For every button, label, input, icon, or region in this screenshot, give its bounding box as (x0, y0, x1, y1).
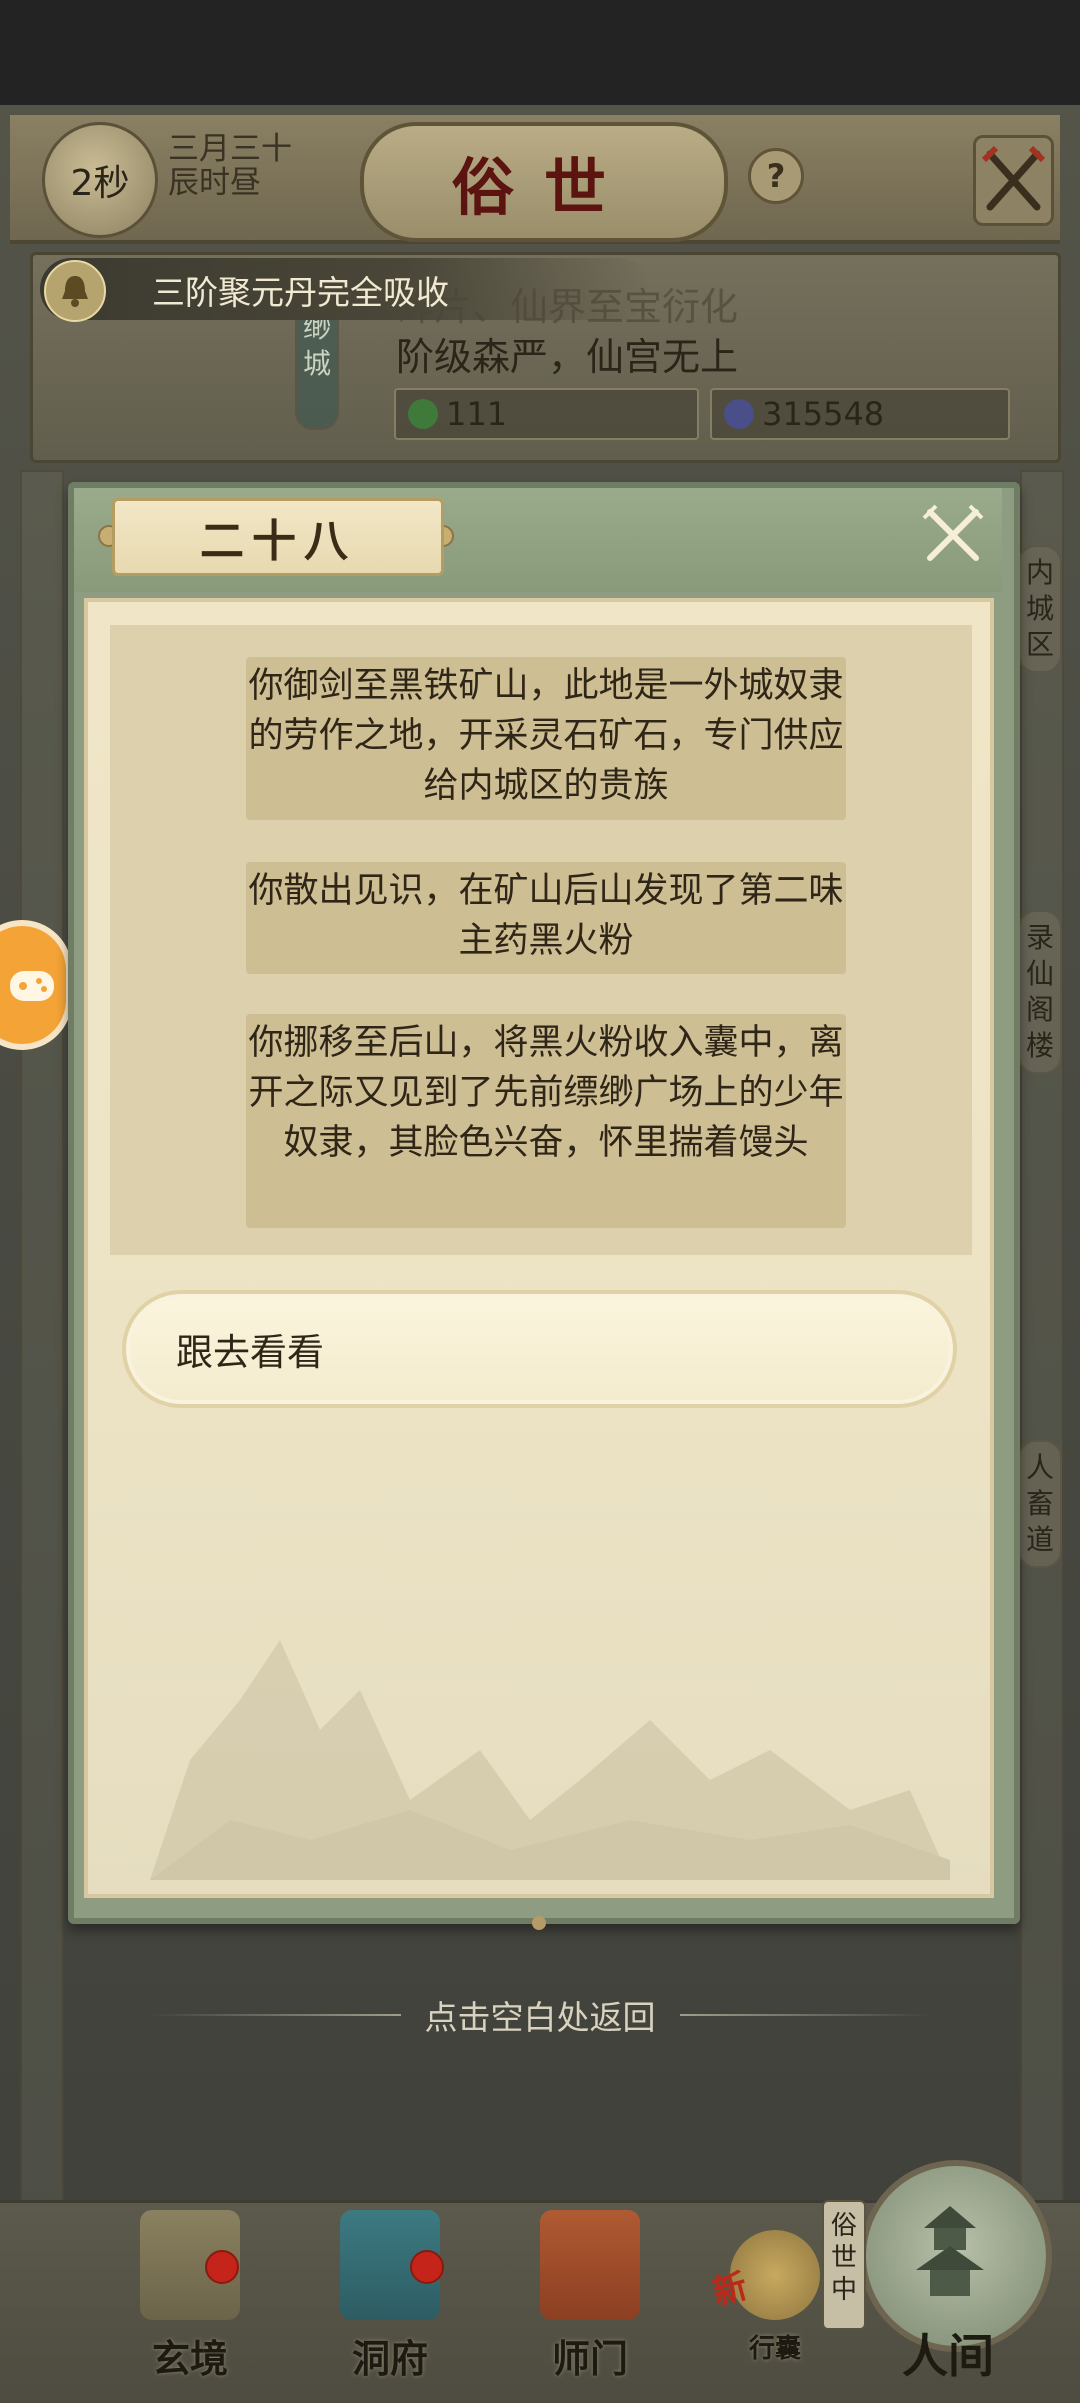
side-tab-human-path-label: 人畜道 (1025, 1451, 1054, 1556)
hint-line-left (150, 2014, 401, 2016)
nav-label-cave-dwelling: 洞府 (351, 2336, 428, 2381)
bell-icon (44, 260, 106, 322)
timer-text: 2秒 (70, 163, 130, 204)
hint-line-right (679, 2014, 930, 2016)
crossed-swords-icon (981, 145, 1046, 211)
page-title: 俗世 (360, 122, 728, 242)
left-scene-strip (20, 470, 64, 2224)
hint-text: 点击空白处返回 (424, 1998, 656, 2037)
nav-item-cave-dwelling[interactable]: 洞府 (305, 2210, 475, 2390)
nav-label-sect: 师门 (551, 2336, 628, 2381)
jade-count: 111 (446, 395, 508, 433)
status-bar (0, 0, 1080, 105)
choice-button[interactable]: 跟去看看 (122, 1290, 957, 1408)
coin-icon (724, 399, 754, 429)
nav-label-inventory: 行囊 (748, 2334, 801, 2364)
notification-dot (410, 2250, 444, 2284)
floating-game-button[interactable] (0, 920, 72, 1050)
date-line-2: 辰时昼 (168, 165, 261, 201)
dialog-title-text: 二十八 (200, 516, 356, 567)
pagoda-icon (916, 2206, 984, 2296)
story-paragraph-1: 你御剑至黑铁矿山，此地是一外城奴隶的劳作之地，开采灵石矿石，专门供应给内城区的贵… (246, 657, 846, 820)
jade-counter: 111 (394, 388, 699, 440)
jade-icon (408, 399, 438, 429)
help-icon: ? (766, 157, 786, 195)
notification-dot (205, 2250, 239, 2284)
page-title-text: 俗世 (451, 151, 636, 224)
world-status-text: 俗世中 (830, 2211, 857, 2305)
gamepad-icon (10, 971, 54, 1001)
background-text-line-2: 阶级森严，仙宫无上 (396, 335, 739, 379)
help-button[interactable]: ? (748, 148, 804, 204)
nav-item-mystic-realm[interactable]: 玄境 (105, 2210, 275, 2390)
right-scene-strip (1020, 470, 1064, 2224)
tap-to-return-hint[interactable]: 点击空白处返回 (150, 1990, 930, 2040)
side-tab-immortal-pavilion[interactable]: 录仙阁楼 (1018, 910, 1062, 1074)
close-icon (922, 504, 984, 561)
coin-counter: 315548 (710, 388, 1010, 440)
nav-label-mystic-realm: 玄境 (151, 2336, 228, 2381)
banner-icon (540, 2210, 640, 2320)
side-tab-human-path[interactable]: 人畜道 (1018, 1440, 1062, 1568)
choice-label: 跟去看看 (176, 1331, 324, 1374)
world-label: 人间 (902, 2329, 994, 2383)
side-tab-inner-city[interactable]: 内城区 (1018, 545, 1062, 673)
game-date: 三月三十 辰时昼 (168, 132, 318, 200)
notification-text: 三阶聚元丹完全吸收 (152, 273, 449, 312)
timer-badge: 2秒 (42, 122, 158, 238)
dialog-title: 二十八 (112, 498, 444, 576)
coin-count: 315548 (762, 395, 885, 433)
crossed-swords-button[interactable] (973, 135, 1054, 226)
mountain-ink-decoration (150, 1640, 950, 1880)
dialog-bottom-knob (532, 1916, 546, 1930)
story-paragraph-3: 你挪移至后山，将黑火粉收入囊中，离开之际又见到了先前缥缈广场上的少年奴隶，其脸色… (246, 1014, 846, 1228)
side-tab-immortal-pavilion-label: 录仙阁楼 (1025, 921, 1054, 1062)
nav-item-sect[interactable]: 师门 (505, 2210, 675, 2390)
world-status-tag: 俗世中 (822, 2200, 866, 2330)
close-button[interactable] (920, 502, 986, 568)
story-paragraph-2: 你散出见识，在矿山后山发现了第二味主药黑火粉 (246, 862, 846, 974)
side-tab-inner-city-label: 内城区 (1025, 556, 1054, 661)
date-line-1: 三月三十 (168, 131, 292, 167)
